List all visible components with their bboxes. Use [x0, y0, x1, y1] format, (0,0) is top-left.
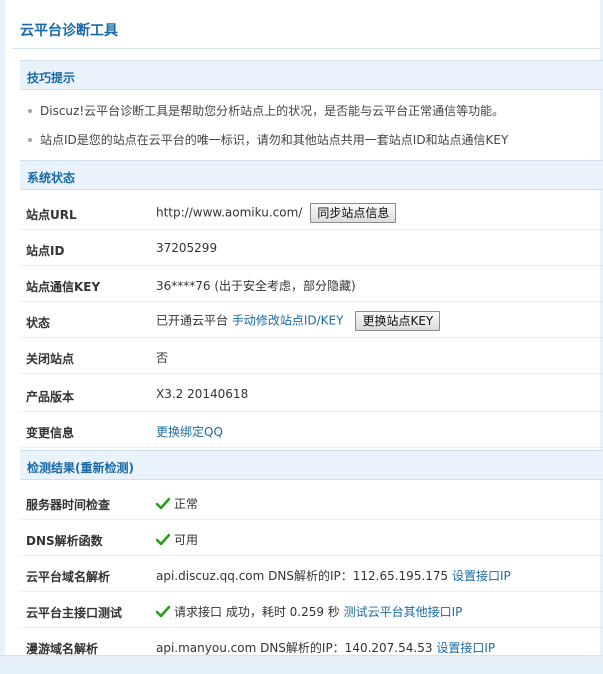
page-frame: 云平台诊断工具 技巧提示 Discuz!云平台诊断工具是帮助您分析站点上的状况，… [0, 0, 603, 674]
section-checks: 检测结果(重新检测) [20, 450, 603, 480]
server-time-label: 服务器时间检查 [26, 498, 111, 512]
main-api-value: 请求接口 成功，耗时 0.259 秒 [174, 605, 340, 619]
tip-item-1: Discuz!云平台诊断工具是帮助您分析站点上的状况，是否能与云平台正常通信等功… [28, 102, 504, 119]
change-site-key-button[interactable]: 更换站点KEY [355, 311, 441, 331]
section-system-label: 系统状态 [27, 171, 76, 185]
sync-site-info-button[interactable]: 同步站点信息 [310, 203, 397, 223]
dns-function-label: DNS解析函数 [26, 534, 103, 548]
checks-prefix: 检测结果( [27, 461, 81, 475]
site-id-value: 37205299 [156, 241, 218, 255]
server-time-value: 正常 [174, 497, 199, 511]
site-id-label: 站点ID [26, 244, 65, 258]
recheck-link[interactable]: 重新检测 [81, 461, 129, 475]
site-url-value-wrap: http://www.aomiku.com/同步站点信息 [156, 203, 397, 223]
row-site-key: 站点通信KEY 36****76 (出于安全考虑，部分隐藏) [20, 266, 603, 302]
version-value: X3.2 20140618 [156, 387, 249, 401]
checks-suffix: ) [128, 461, 134, 475]
main-api-label: 云平台主接口测试 [26, 606, 123, 620]
section-checks-label: 检测结果(重新检测) [27, 459, 134, 476]
version-label: 产品版本 [26, 390, 75, 404]
row-dns-function: DNS解析函数 可用 [20, 520, 603, 556]
check-icon [156, 533, 170, 545]
cloud-domain-value: api.discuz.qq.com DNS解析的IP：112.65.195.17… [156, 569, 449, 583]
page-title: 云平台诊断工具 [20, 23, 118, 39]
manyou-domain-value-wrap: api.manyou.com DNS解析的IP：140.207.54.53 设置… [156, 639, 495, 656]
row-site-id: 站点ID 37205299 [20, 230, 603, 266]
dns-function-value: 可用 [174, 533, 199, 547]
set-api-ip-link[interactable]: 设置接口IP [452, 569, 511, 583]
change-bound-qq-link[interactable]: 更换绑定QQ [156, 423, 223, 440]
section-tips-label: 技巧提示 [27, 71, 76, 85]
site-closed-label: 关闭站点 [26, 352, 75, 366]
status-value: 已开通云平台 [156, 313, 229, 328]
edit-site-id-key-link[interactable]: 手动修改站点ID/KEY [232, 314, 344, 328]
title-divider [12, 48, 600, 49]
site-closed-value: 否 [156, 351, 169, 365]
row-server-time: 服务器时间检查 正常 [20, 484, 603, 520]
section-system: 系统状态 [20, 160, 603, 190]
test-other-api-ip-link[interactable]: 测试云平台其他接口IP [344, 605, 463, 619]
check-icon [156, 497, 170, 509]
row-change-info: 变更信息 更换绑定QQ [20, 412, 603, 448]
cloud-domain-value-wrap: api.discuz.qq.com DNS解析的IP：112.65.195.17… [156, 567, 511, 584]
bullet-icon [28, 137, 32, 142]
row-status: 状态 已开通云平台 手动修改站点ID/KEY 更换站点KEY [20, 302, 603, 338]
site-key-label: 站点通信KEY [26, 280, 101, 294]
row-version: 产品版本 X3.2 20140618 [20, 376, 603, 412]
server-time-value-wrap: 正常 [156, 495, 198, 512]
bottom-bar [0, 655, 603, 674]
status-label: 状态 [26, 316, 51, 330]
row-main-api: 云平台主接口测试 请求接口 成功，耗时 0.259 秒 测试云平台其他接口IP [20, 592, 603, 628]
row-cloud-domain: 云平台域名解析 api.discuz.qq.com DNS解析的IP：112.6… [20, 556, 603, 592]
change-info-label: 变更信息 [26, 426, 75, 440]
section-tips: 技巧提示 [20, 60, 603, 90]
site-url-label: 站点URL [26, 208, 77, 222]
tip-text-2: 站点ID是您的站点在云平台的唯一标识，请勿和其他站点共用一套站点ID和站点通信K… [40, 133, 509, 147]
site-url-value: http://www.aomiku.com/ [156, 205, 303, 220]
site-key-value: 36****76 (出于安全考虑，部分隐藏) [156, 279, 356, 293]
cloud-domain-label: 云平台域名解析 [26, 570, 111, 584]
tip-text-1: Discuz!云平台诊断工具是帮助您分析站点上的状况，是否能与云平台正常通信等功… [40, 104, 505, 118]
status-value-wrap: 已开通云平台 手动修改站点ID/KEY 更换站点KEY [156, 311, 441, 331]
dns-function-value-wrap: 可用 [156, 531, 198, 548]
main-api-value-wrap: 请求接口 成功，耗时 0.259 秒 测试云平台其他接口IP [156, 603, 462, 620]
manyou-set-api-ip-link[interactable]: 设置接口IP [436, 641, 495, 655]
check-icon [156, 605, 170, 617]
manyou-domain-value: api.manyou.com DNS解析的IP：140.207.54.53 [156, 641, 433, 655]
row-site-closed: 关闭站点 否 [20, 338, 603, 374]
left-rail [0, 0, 5, 674]
tip-item-2: 站点ID是您的站点在云平台的唯一标识，请勿和其他站点共用一套站点ID和站点通信K… [28, 131, 508, 148]
bullet-icon [28, 108, 32, 113]
row-site-url: 站点URL http://www.aomiku.com/同步站点信息 [20, 194, 603, 230]
